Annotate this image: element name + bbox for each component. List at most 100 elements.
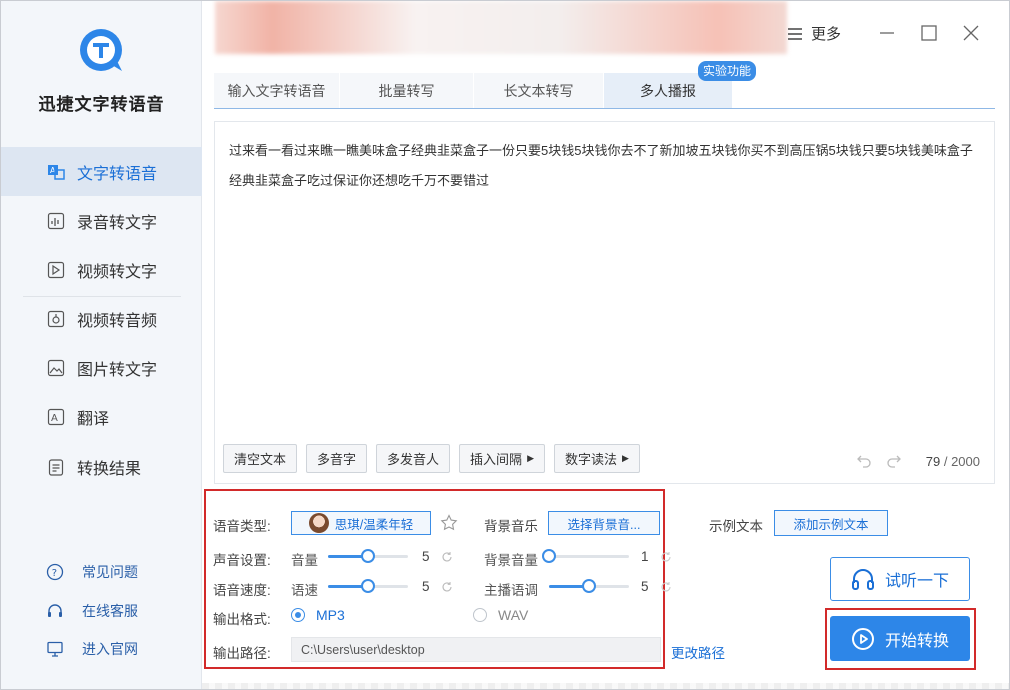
more-label: 更多 <box>811 26 842 43</box>
sidebar-item-label: 图片转文字 <box>77 361 158 379</box>
sidebar-item-video-to-text[interactable]: 视频转文字 <box>1 245 202 294</box>
volume-slider[interactable] <box>328 549 408 563</box>
sound-settings-label: 声音设置: <box>213 553 271 568</box>
video-to-audio-icon <box>47 310 65 327</box>
number-reading-button[interactable]: 数字读法 ▶ <box>553 444 640 473</box>
play-circle-icon <box>851 627 874 650</box>
customer-service-link-label: 在线客服 <box>82 602 138 619</box>
output-path-label: 输出路径: <box>213 646 271 661</box>
editor-toolbar: 清空文本 多音字 多发音人 插入间隔 ▶ 数字读法 ▶ <box>223 444 649 473</box>
menu-icon <box>788 27 802 40</box>
editor-text[interactable]: 过来看一看过来瞧一瞧美味盒子经典韭菜盒子一份只要5块钱5块钱你去不了新加坡五块钱… <box>229 136 980 196</box>
reset-icon[interactable] <box>441 581 453 593</box>
sidebar-item-results[interactable]: 转换结果 <box>1 442 202 491</box>
sidebar-divider <box>23 296 181 297</box>
sample-text-label: 示例文本 <box>709 519 763 534</box>
svg-text:A: A <box>51 413 58 424</box>
output-format-label: 输出格式: <box>213 612 271 627</box>
tab-input-text[interactable]: 输入文字转语音 <box>214 73 340 108</box>
add-sample-text-button[interactable]: 添加示例文本 <box>774 510 888 536</box>
sidebar-item-audio-to-text[interactable]: 录音转文字 <box>1 196 202 245</box>
radio-dot <box>291 608 305 622</box>
char-max: / 2000 <box>940 454 980 469</box>
headset-icon <box>48 604 62 617</box>
char-count: 79 <box>925 454 941 469</box>
promo-banner[interactable] <box>215 1 787 54</box>
sidebar: 迅捷文字转语音 A 文字转语音 录音转文字 视频转文字 视频转音频 图片转文字 <box>1 1 202 689</box>
reset-icon[interactable] <box>660 581 672 593</box>
minimize-icon[interactable] <box>877 23 897 43</box>
speed-label: 语音速度: <box>213 583 271 598</box>
preview-listen-label: 试听一下 <box>884 573 949 590</box>
voice-select-button[interactable]: 思琪/温柔年轻 <box>291 511 431 535</box>
experimental-badge: 实验功能 <box>698 61 757 81</box>
start-convert-label: 开始转换 <box>884 632 949 650</box>
sidebar-item-translate[interactable]: A 翻译 <box>1 392 202 441</box>
more-menu-button[interactable]: 更多 <box>787 23 841 44</box>
pitch-label: 主播语调 <box>484 583 538 598</box>
volume-value: 5 <box>422 549 430 564</box>
monitor-icon <box>47 642 63 657</box>
voice-type-label: 语音类型: <box>213 519 271 534</box>
results-icon <box>48 458 64 476</box>
sidebar-item-text-to-speech[interactable]: A 文字转语音 <box>1 147 202 196</box>
output-path-field[interactable]: C:\Users\user\desktop <box>291 637 661 662</box>
start-convert-button[interactable]: 开始转换 <box>830 616 970 661</box>
reset-icon[interactable] <box>660 551 672 563</box>
multi-voice-button[interactable]: 多发音人 <box>376 444 451 473</box>
redo-icon[interactable] <box>886 454 902 468</box>
undo-icon[interactable] <box>856 454 872 468</box>
website-link[interactable]: 进入官网 <box>1 630 202 669</box>
customer-service-link[interactable]: 在线客服 <box>1 592 202 631</box>
sidebar-item-label: 翻译 <box>77 410 110 428</box>
change-path-link[interactable]: 更改路径 <box>671 642 725 662</box>
format-wav-radio[interactable]: WAV <box>473 607 528 623</box>
radio-dot <box>473 608 487 622</box>
sidebar-item-label: 录音转文字 <box>77 214 158 232</box>
audio-to-text-icon <box>47 212 65 229</box>
bg-volume-label: 背景音量 <box>484 553 538 568</box>
close-icon[interactable] <box>961 23 981 43</box>
sidebar-item-label: 视频转音频 <box>77 312 158 330</box>
sidebar-item-image-to-text[interactable]: 图片转文字 <box>1 343 202 392</box>
faq-link-label: 常见问题 <box>82 564 138 581</box>
polyphone-button[interactable]: 多音字 <box>306 444 368 473</box>
character-counter: 79 / 2000 <box>926 454 980 469</box>
sidebar-nav: A 文字转语音 录音转文字 视频转文字 视频转音频 图片转文字 A 翻译 转换结… <box>1 147 202 491</box>
text-to-speech-icon: A <box>48 164 65 180</box>
video-to-text-icon <box>47 261 65 278</box>
pitch-slider[interactable] <box>549 579 629 593</box>
insert-pause-label: 插入间隔 <box>470 452 523 467</box>
preview-listen-button[interactable]: 试听一下 <box>830 557 970 601</box>
clear-text-button[interactable]: 清空文本 <box>223 444 298 473</box>
rate-slider[interactable] <box>328 579 408 593</box>
star-icon[interactable] <box>440 514 458 532</box>
caret-right-icon: ▶ <box>622 453 629 463</box>
app-logo-icon <box>80 29 122 71</box>
maximize-icon[interactable] <box>919 23 939 43</box>
bg-volume-slider[interactable] <box>542 549 629 563</box>
select-bg-music-button[interactable]: 选择背景音... <box>548 511 660 535</box>
app-window: 迅捷文字转语音 A 文字转语音 录音转文字 视频转文字 视频转音频 图片转文字 <box>0 0 1010 690</box>
pitch-value: 5 <box>641 579 649 594</box>
reset-icon[interactable] <box>441 551 453 563</box>
sidebar-item-label: 转换结果 <box>77 460 142 478</box>
rate-value: 5 <box>422 579 430 594</box>
faq-link[interactable]: ? 常见问题 <box>1 553 202 592</box>
voice-avatar <box>308 513 329 533</box>
volume-label: 音量 <box>291 553 318 568</box>
format-wav-label: WAV <box>498 607 529 623</box>
text-editor[interactable]: 过来看一看过来瞧一瞧美味盒子经典韭菜盒子一份只要5块钱5块钱你去不了新加坡五块钱… <box>214 121 995 484</box>
tab-long-text[interactable]: 长文本转写 <box>474 73 604 108</box>
format-mp3-radio[interactable]: MP3 <box>291 607 345 623</box>
voice-name: 思琪/温柔年轻 <box>334 517 414 532</box>
app-title: 迅捷文字转语音 <box>38 95 165 114</box>
tab-batch[interactable]: 批量转写 <box>340 73 474 108</box>
svg-text:?: ? <box>52 568 57 579</box>
rate-label: 语速 <box>291 583 318 598</box>
sidebar-item-video-to-audio[interactable]: 视频转音频 <box>1 294 202 343</box>
website-link-label: 进入官网 <box>82 641 138 658</box>
bg-music-label: 背景音乐 <box>484 519 538 534</box>
translate-icon: A <box>47 408 65 425</box>
insert-pause-button[interactable]: 插入间隔 ▶ <box>459 444 545 473</box>
